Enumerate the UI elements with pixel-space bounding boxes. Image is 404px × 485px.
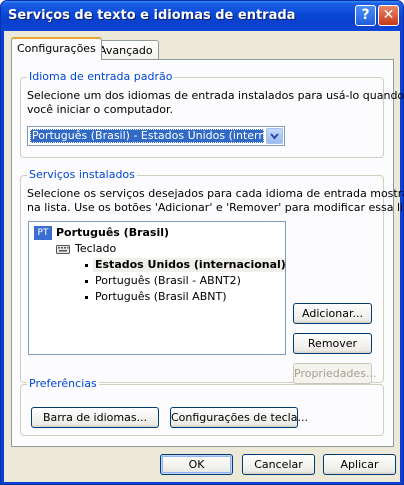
settings-tab-panel: Idioma de entrada padrão Selecione um do… (11, 59, 404, 447)
bullet-icon (85, 264, 88, 267)
default-language-legend: Idioma de entrada padrão (27, 70, 175, 83)
tree-item-category[interactable]: Teclado (75, 242, 116, 256)
language-bar-button[interactable]: Barra de idiomas... (31, 407, 159, 428)
preferences-legend: Preferências (27, 377, 99, 390)
bullet-icon (85, 296, 88, 299)
tree-item-layout-selected[interactable]: Estados Unidos (internacional) (93, 258, 285, 272)
keyboard-icon (56, 244, 70, 254)
apply-button[interactable]: Aplicar (323, 454, 396, 475)
bullet-icon (85, 280, 88, 283)
ok-button[interactable]: OK (160, 454, 233, 475)
tab-configuracoes[interactable]: Configurações (11, 37, 102, 60)
add-button[interactable]: Adicionar... (293, 303, 372, 324)
default-language-group: Idioma de entrada padrão Selecione um do… (20, 70, 404, 158)
installed-services-description-line2: na lista. Use os botões 'Adicionar' e 'R… (27, 201, 404, 214)
window-title: Serviços de texto e idiomas de entrada (8, 8, 296, 23)
remove-button[interactable]: Remover (293, 333, 372, 354)
key-settings-button[interactable]: Configurações de tecla... (170, 407, 308, 428)
default-language-select[interactable]: Português (Brasil) - Estados Unidos (int… (27, 126, 285, 146)
preferences-group: Preferências Barra de idiomas... Configu… (20, 377, 384, 436)
cancel-button[interactable]: Cancelar (242, 454, 315, 475)
default-language-description-line2: você iniciar o computador. (27, 103, 173, 116)
tab-avancado[interactable]: Avançado (93, 40, 159, 60)
installed-services-tree[interactable]: PT Português (Brasil) Teclado Estados Un… (28, 221, 286, 355)
tree-item-language[interactable]: Português (Brasil) (56, 226, 169, 240)
tree-item-layout[interactable]: Português (Brasil ABNT) (95, 290, 226, 304)
installed-services-description-line1: Selecione os serviços desejados para cad… (27, 187, 404, 200)
tree-item-layout[interactable]: Português (Brasil - ABNT2) (95, 274, 241, 288)
default-language-selected-value: Português (Brasil) - Estados Unidos (int… (30, 129, 264, 143)
close-button[interactable]: ✕ (378, 5, 399, 26)
default-language-description-line1: Selecione um dos idiomas de entrada inst… (27, 89, 404, 102)
help-button[interactable]: ? (355, 5, 376, 26)
installed-services-group: Serviços instalados Selecione os serviço… (20, 168, 404, 384)
chevron-down-icon[interactable] (266, 128, 283, 144)
dialog-client-area: Configurações Avançado Idioma de entrada… (4, 31, 404, 482)
properties-button[interactable]: Propriedades... (293, 363, 376, 384)
title-bar[interactable]: Serviços de texto e idiomas de entrada ?… (1, 1, 403, 31)
dialog-window: Serviços de texto e idiomas de entrada ?… (0, 0, 404, 485)
language-badge: PT (34, 226, 52, 240)
installed-services-legend: Serviços instalados (27, 168, 137, 181)
